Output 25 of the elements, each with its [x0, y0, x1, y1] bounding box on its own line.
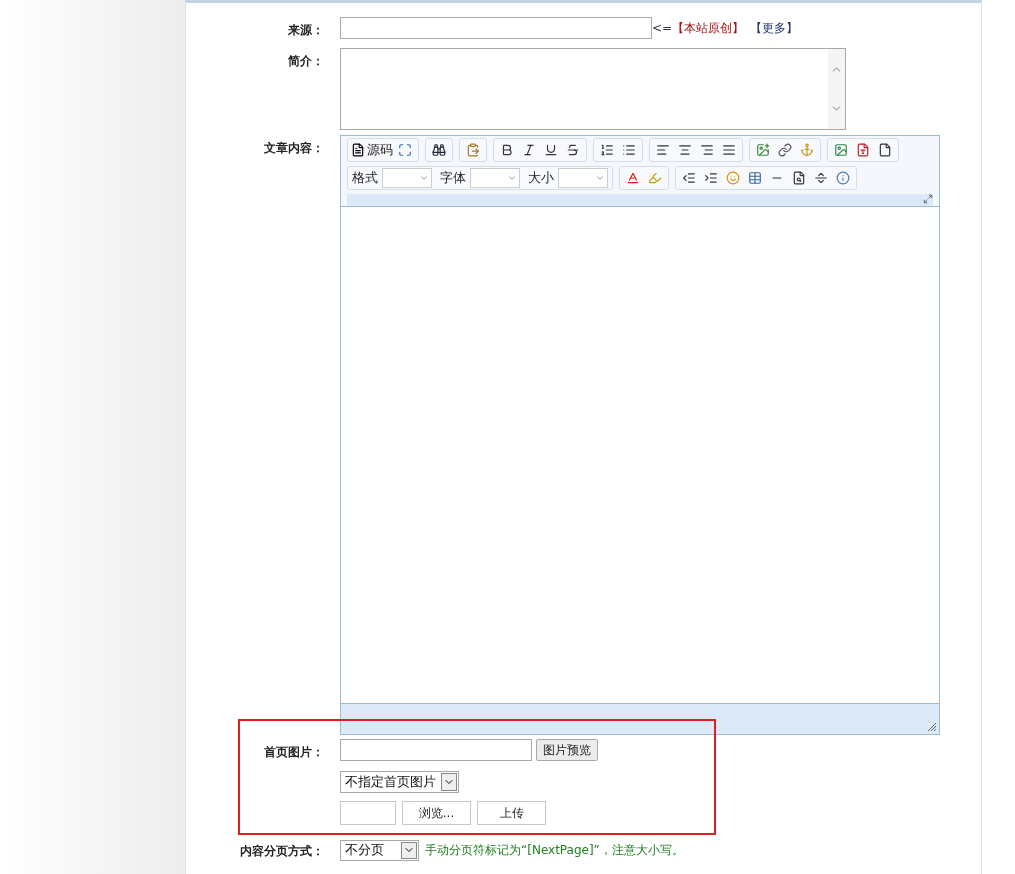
pagination-select[interactable]: 不分页: [340, 839, 419, 861]
cover-image-select[interactable]: 不指定首页图片: [340, 771, 459, 793]
summary-textarea[interactable]: [340, 48, 846, 130]
field-label: 内容分页方式：: [240, 844, 324, 858]
field-label: 首页图片：: [264, 745, 324, 759]
toolbar-label: 大小: [528, 169, 554, 188]
link-icon[interactable]: [775, 140, 795, 160]
pagination-hint: 手动分页符标记为“[NextPage]”，注意大小写。: [425, 842, 684, 859]
browse-button[interactable]: 浏览...: [402, 801, 471, 825]
toolbar-label: 字体: [440, 169, 466, 188]
field-label: 文章内容：: [264, 141, 324, 155]
field-label: 来源：: [288, 23, 324, 37]
toolbar-label: 格式: [352, 169, 378, 188]
image-url-field[interactable]: [340, 739, 532, 761]
upload-button[interactable]: 上传: [477, 801, 546, 825]
arrow-text: <=: [652, 20, 673, 37]
more-link[interactable]: 【更多】: [750, 19, 799, 37]
resize-grip-icon[interactable]: [927, 722, 937, 732]
image-preview-button[interactable]: 图片预览: [536, 739, 598, 761]
file-path-field[interactable]: [340, 801, 396, 825]
field-label: 简介：: [288, 54, 324, 68]
original-link[interactable]: 【本站原创】: [672, 19, 745, 37]
fullscreen-icon[interactable]: [923, 194, 933, 204]
document-icon[interactable]: [351, 143, 365, 157]
source-field[interactable]: [340, 17, 652, 39]
